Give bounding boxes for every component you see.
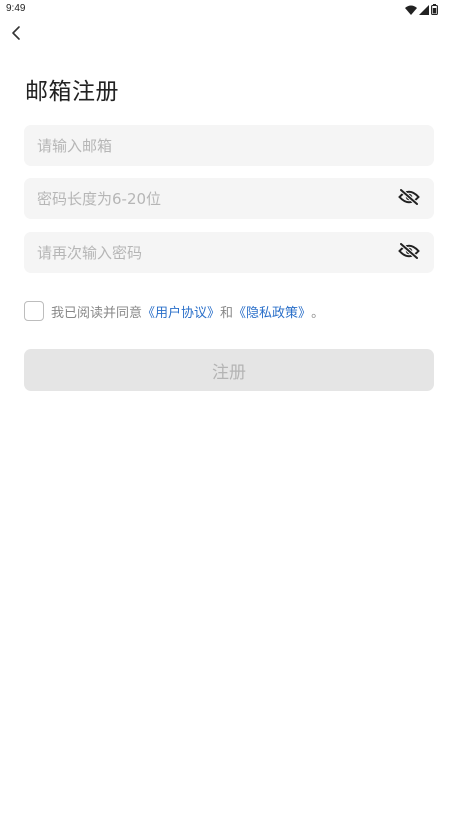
password-visibility-toggle[interactable] (398, 188, 420, 210)
register-button[interactable]: 注册 (24, 349, 434, 391)
chevron-left-icon (10, 25, 22, 45)
confirm-password-visibility-toggle[interactable] (398, 242, 420, 264)
status-time: 9:49 (6, 3, 26, 14)
privacy-policy-link[interactable]: 《隐私政策》 (233, 302, 311, 321)
user-agreement-link[interactable]: 《用户协议》 (142, 302, 220, 321)
battery-icon (431, 0, 438, 19)
agreement-prefix: 我已阅读并同意 (51, 305, 143, 321)
signal-icon (419, 0, 429, 19)
agreement-suffix: 。 (311, 305, 325, 321)
status-bar: 9:49 (0, 0, 458, 18)
email-input[interactable] (37, 125, 377, 166)
agreement-row: 我已阅读并同意 《用户协议》 和 《隐私政策》 。 (24, 300, 324, 322)
agreement-conjunction: 和 (220, 305, 234, 321)
wifi-icon (405, 0, 417, 19)
password-field[interactable] (24, 178, 434, 219)
eye-off-icon (398, 242, 420, 263)
password-input[interactable] (37, 178, 377, 219)
back-button[interactable] (6, 25, 26, 45)
eye-off-icon (398, 188, 420, 209)
agreement-checkbox[interactable] (24, 301, 44, 321)
page-title: 邮箱注册 (25, 79, 119, 105)
confirm-password-input[interactable] (37, 232, 377, 273)
status-icons (405, 3, 438, 15)
email-field[interactable] (24, 125, 434, 166)
confirm-password-field[interactable] (24, 232, 434, 273)
